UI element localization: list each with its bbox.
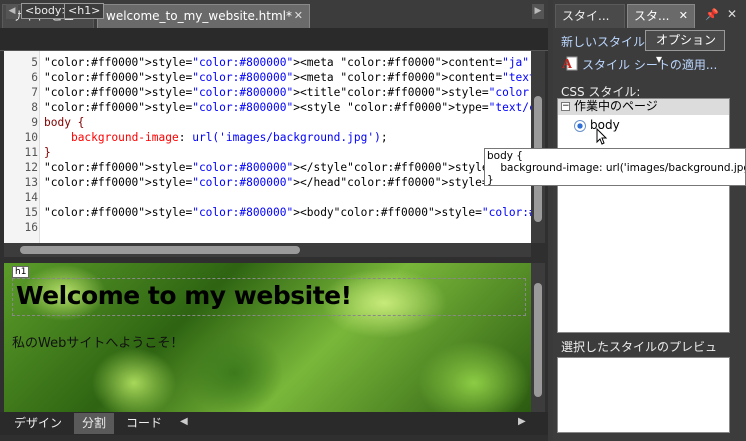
current-page-label: 作業中のページ	[574, 99, 658, 113]
code-line[interactable]: 16	[4, 220, 531, 235]
mouse-pointer-icon	[596, 128, 608, 145]
attach-stylesheet-link[interactable]: スタイル シートの適用...	[582, 56, 717, 73]
line-number: 16	[24, 221, 38, 234]
tag-selector-bar	[0, 28, 548, 51]
close-tab-icon[interactable]: ✕	[679, 5, 688, 27]
code-text: }	[44, 146, 51, 159]
line-number: 12	[24, 161, 38, 174]
tab-label: welcome_to_my_website.html*	[106, 9, 293, 23]
line-number: 5	[31, 56, 38, 69]
code-text: background-image: url('images/background…	[70, 131, 388, 144]
css-styles-list[interactable]	[557, 98, 730, 333]
close-tab-icon[interactable]: ✕	[294, 5, 303, 27]
tab-label: スタ...	[634, 9, 670, 23]
code-text: "color:#ff0000">style="color:#800000"></…	[44, 176, 531, 189]
tab-styles-2[interactable]: スタ... ✕	[627, 4, 695, 28]
scroll-left-icon[interactable]: ◀	[180, 416, 188, 427]
tab-styles-1[interactable]: スタイ...	[555, 4, 625, 28]
rule-tooltip: body { background-image: url('images/bac…	[484, 148, 746, 186]
line-number: 10	[24, 131, 38, 144]
code-text: "color:#ff0000">style="color:#800000"><m…	[44, 56, 530, 69]
page-paragraph[interactable]: 私のWebサイトへようこそ！	[12, 332, 183, 351]
tab-split[interactable]: 分割	[74, 413, 115, 434]
code-line[interactable]: 10 background-image: url('images/backgro…	[4, 130, 531, 145]
line-number: 11	[24, 146, 38, 159]
code-line[interactable]: 15 "color:#ff0000">style="color:#800000">…	[4, 205, 531, 220]
line-number: 15	[24, 206, 38, 219]
code-line[interactable]: 6 "color:#ff0000">style="color:#800000"><…	[4, 70, 531, 85]
code-line[interactable]: 8 "color:#ff0000">style="color:#800000"><…	[4, 100, 531, 115]
svg-text:A: A	[562, 57, 573, 71]
code-horizontal-scroll-thumb[interactable]	[20, 246, 300, 254]
code-line[interactable]: 14	[4, 190, 531, 205]
options-button[interactable]: オプション ▾	[645, 30, 725, 66]
tab-document[interactable]: welcome_to_my_website.html* ✕	[97, 4, 310, 28]
code-line[interactable]: 7 "color:#ff0000">style="color:#800000"><…	[4, 85, 531, 100]
code-line[interactable]: 9 body {	[4, 115, 531, 130]
design-vertical-scroll-thumb[interactable]	[534, 283, 542, 397]
code-editor[interactable]: 5 "color:#ff0000">style="color:#800000"><…	[4, 51, 531, 243]
close-panel-icon[interactable]: ✕	[727, 7, 737, 21]
code-text: "color:#ff0000">style="color:#800000"><t…	[44, 86, 531, 99]
pin-icon[interactable]: 📌	[705, 8, 719, 21]
code-text: "color:#ff0000">style="color:#800000"><b…	[44, 206, 531, 219]
code-line[interactable]: 5 "color:#ff0000">style="color:#800000"><…	[4, 55, 531, 70]
scroll-right-icon[interactable]: ▶	[532, 4, 544, 19]
style-preview-box	[557, 357, 730, 433]
h1-tag-label: h1	[12, 266, 30, 278]
code-text: body {	[44, 116, 85, 129]
tab-code[interactable]: コード	[118, 413, 170, 434]
code-text: "color:#ff0000">style="color:#800000"><s…	[44, 101, 531, 114]
collapse-icon[interactable]: −	[561, 102, 570, 111]
line-number: 6	[31, 71, 38, 84]
line-number: 14	[24, 191, 38, 204]
preview-label: 選択したスタイルのプレビュー:	[557, 338, 730, 372]
code-line[interactable]: 13 "color:#ff0000">style="color:#800000">…	[4, 175, 531, 190]
code-text: "color:#ff0000">style="color:#800000"><m…	[44, 71, 531, 84]
line-number: 9	[31, 116, 38, 129]
line-number: 13	[24, 176, 38, 189]
code-text: "color:#ff0000">style="color:#800000"></…	[44, 161, 531, 174]
tab-design[interactable]: デザイン	[6, 413, 70, 434]
line-number: 7	[31, 86, 38, 99]
scroll-right-icon[interactable]: ▶	[518, 416, 526, 427]
code-line[interactable]: 11}	[4, 145, 531, 160]
breadcrumb-h1[interactable]: <h1>	[64, 3, 105, 19]
attach-stylesheet-icon: A	[562, 56, 578, 71]
new-style-link[interactable]: 新しいスタイル...	[561, 33, 656, 50]
code-line[interactable]: 12 "color:#ff0000">style="color:#800000">…	[4, 160, 531, 175]
page-heading[interactable]: Welcome to my website!	[16, 281, 352, 310]
rule-radio-icon[interactable]	[574, 120, 586, 132]
line-number: 8	[31, 101, 38, 114]
scroll-left-icon[interactable]: ◀	[6, 4, 18, 19]
current-page-node[interactable]: 作業中のページ	[558, 99, 729, 115]
